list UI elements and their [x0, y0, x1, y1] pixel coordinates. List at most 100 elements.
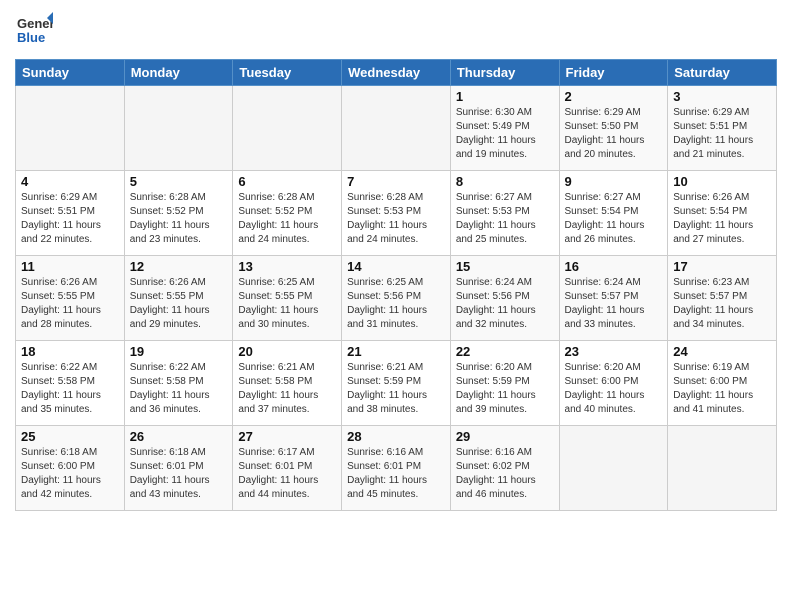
day-info: Sunrise: 6:20 AM Sunset: 5:59 PM Dayligh…	[456, 361, 554, 417]
calendar-header-row: SundayMondayTuesdayWednesdayThursdayFrid…	[16, 60, 777, 86]
day-number: 4	[21, 174, 119, 189]
day-info: Sunrise: 6:22 AM Sunset: 5:58 PM Dayligh…	[21, 361, 119, 417]
calendar-cell: 22 Sunrise: 6:20 AM Sunset: 5:59 PM Dayli…	[450, 341, 559, 426]
day-info: Sunrise: 6:26 AM Sunset: 5:55 PM Dayligh…	[21, 276, 119, 332]
day-number: 19	[130, 344, 228, 359]
calendar-cell: 15Sunrise: 6:24 AM Sunset: 5:56 PM Dayli…	[450, 256, 559, 341]
day-number: 24	[673, 344, 771, 359]
day-number: 13	[238, 259, 336, 274]
calendar-cell: 9 Sunrise: 6:27 AM Sunset: 5:54 PM Daylig…	[559, 171, 668, 256]
header: General Blue	[15, 10, 777, 53]
day-number: 21	[347, 344, 445, 359]
calendar-header-friday: Friday	[559, 60, 668, 86]
logo-icon: General Blue	[15, 10, 53, 48]
calendar-cell	[124, 86, 233, 171]
calendar-cell: 28Sunrise: 6:16 AM Sunset: 6:01 PM Dayli…	[342, 426, 451, 511]
day-info: Sunrise: 6:28 AM Sunset: 5:52 PM Dayligh…	[238, 191, 336, 247]
calendar-cell	[559, 426, 668, 511]
day-info: Sunrise: 6:22 AM Sunset: 5:58 PM Dayligh…	[130, 361, 228, 417]
day-number: 18	[21, 344, 119, 359]
calendar-cell: 29 Sunrise: 6:16 AM Sunset: 6:02 PM Dayli…	[450, 426, 559, 511]
day-number: 16	[565, 259, 663, 274]
day-info: Sunrise: 6:16 AM Sunset: 6:01 PM Dayligh…	[347, 446, 445, 502]
calendar-cell: 23Sunrise: 6:20 AM Sunset: 6:00 PM Dayli…	[559, 341, 668, 426]
calendar-cell: 4 Sunrise: 6:29 AM Sunset: 5:51 PM Daylig…	[16, 171, 125, 256]
day-info: Sunrise: 6:19 AM Sunset: 6:00 PM Dayligh…	[673, 361, 771, 417]
day-number: 29	[456, 429, 554, 444]
svg-text:Blue: Blue	[17, 30, 45, 45]
calendar-cell	[342, 86, 451, 171]
day-number: 26	[130, 429, 228, 444]
day-number: 25	[21, 429, 119, 444]
calendar-table: SundayMondayTuesdayWednesdayThursdayFrid…	[15, 59, 777, 511]
day-info: Sunrise: 6:27 AM Sunset: 5:54 PM Dayligh…	[565, 191, 663, 247]
calendar-cell: 7 Sunrise: 6:28 AM Sunset: 5:53 PM Daylig…	[342, 171, 451, 256]
day-info: Sunrise: 6:16 AM Sunset: 6:02 PM Dayligh…	[456, 446, 554, 502]
calendar-cell: 20Sunrise: 6:21 AM Sunset: 5:58 PM Dayli…	[233, 341, 342, 426]
calendar-cell: 10 Sunrise: 6:26 AM Sunset: 5:54 PM Dayli…	[668, 171, 777, 256]
day-number: 3	[673, 89, 771, 104]
calendar-header-tuesday: Tuesday	[233, 60, 342, 86]
page: General Blue SundayMondayTuesdayWednesda…	[0, 0, 792, 612]
calendar-week-4: 18 Sunrise: 6:22 AM Sunset: 5:58 PM Dayli…	[16, 341, 777, 426]
day-number: 22	[456, 344, 554, 359]
calendar-cell: 25 Sunrise: 6:18 AM Sunset: 6:00 PM Dayli…	[16, 426, 125, 511]
calendar-cell: 14 Sunrise: 6:25 AM Sunset: 5:56 PM Dayli…	[342, 256, 451, 341]
day-number: 27	[238, 429, 336, 444]
calendar-cell: 8 Sunrise: 6:27 AM Sunset: 5:53 PM Daylig…	[450, 171, 559, 256]
day-info: Sunrise: 6:18 AM Sunset: 6:00 PM Dayligh…	[21, 446, 119, 502]
day-number: 11	[21, 259, 119, 274]
calendar-week-1: 1Sunrise: 6:30 AM Sunset: 5:49 PM Daylig…	[16, 86, 777, 171]
day-info: Sunrise: 6:29 AM Sunset: 5:51 PM Dayligh…	[673, 106, 771, 162]
logo: General Blue	[15, 10, 53, 53]
day-number: 9	[565, 174, 663, 189]
day-info: Sunrise: 6:24 AM Sunset: 5:57 PM Dayligh…	[565, 276, 663, 332]
day-number: 5	[130, 174, 228, 189]
day-number: 17	[673, 259, 771, 274]
calendar-cell: 26 Sunrise: 6:18 AM Sunset: 6:01 PM Dayli…	[124, 426, 233, 511]
calendar-week-2: 4 Sunrise: 6:29 AM Sunset: 5:51 PM Daylig…	[16, 171, 777, 256]
day-number: 10	[673, 174, 771, 189]
calendar-cell: 2 Sunrise: 6:29 AM Sunset: 5:50 PM Daylig…	[559, 86, 668, 171]
day-info: Sunrise: 6:29 AM Sunset: 5:51 PM Dayligh…	[21, 191, 119, 247]
calendar-cell	[668, 426, 777, 511]
calendar-week-3: 11 Sunrise: 6:26 AM Sunset: 5:55 PM Dayli…	[16, 256, 777, 341]
calendar-cell: 21 Sunrise: 6:21 AM Sunset: 5:59 PM Dayli…	[342, 341, 451, 426]
day-info: Sunrise: 6:18 AM Sunset: 6:01 PM Dayligh…	[130, 446, 228, 502]
calendar-cell: 13Sunrise: 6:25 AM Sunset: 5:55 PM Dayli…	[233, 256, 342, 341]
calendar-cell: 1Sunrise: 6:30 AM Sunset: 5:49 PM Daylig…	[450, 86, 559, 171]
day-info: Sunrise: 6:28 AM Sunset: 5:52 PM Dayligh…	[130, 191, 228, 247]
day-info: Sunrise: 6:29 AM Sunset: 5:50 PM Dayligh…	[565, 106, 663, 162]
calendar-cell: 18 Sunrise: 6:22 AM Sunset: 5:58 PM Dayli…	[16, 341, 125, 426]
calendar-cell: 5 Sunrise: 6:28 AM Sunset: 5:52 PM Daylig…	[124, 171, 233, 256]
day-info: Sunrise: 6:21 AM Sunset: 5:59 PM Dayligh…	[347, 361, 445, 417]
day-number: 14	[347, 259, 445, 274]
day-info: Sunrise: 6:20 AM Sunset: 6:00 PM Dayligh…	[565, 361, 663, 417]
day-number: 15	[456, 259, 554, 274]
calendar-week-5: 25 Sunrise: 6:18 AM Sunset: 6:00 PM Dayli…	[16, 426, 777, 511]
calendar-cell: 19 Sunrise: 6:22 AM Sunset: 5:58 PM Dayli…	[124, 341, 233, 426]
calendar-cell: 24 Sunrise: 6:19 AM Sunset: 6:00 PM Dayli…	[668, 341, 777, 426]
calendar-cell	[233, 86, 342, 171]
day-info: Sunrise: 6:17 AM Sunset: 6:01 PM Dayligh…	[238, 446, 336, 502]
day-info: Sunrise: 6:26 AM Sunset: 5:54 PM Dayligh…	[673, 191, 771, 247]
calendar-cell: 12Sunrise: 6:26 AM Sunset: 5:55 PM Dayli…	[124, 256, 233, 341]
day-number: 8	[456, 174, 554, 189]
calendar-cell: 3 Sunrise: 6:29 AM Sunset: 5:51 PM Daylig…	[668, 86, 777, 171]
day-number: 7	[347, 174, 445, 189]
day-info: Sunrise: 6:23 AM Sunset: 5:57 PM Dayligh…	[673, 276, 771, 332]
day-info: Sunrise: 6:27 AM Sunset: 5:53 PM Dayligh…	[456, 191, 554, 247]
calendar-header-monday: Monday	[124, 60, 233, 86]
calendar-cell: 6Sunrise: 6:28 AM Sunset: 5:52 PM Daylig…	[233, 171, 342, 256]
calendar-header-sunday: Sunday	[16, 60, 125, 86]
calendar-header-thursday: Thursday	[450, 60, 559, 86]
day-info: Sunrise: 6:28 AM Sunset: 5:53 PM Dayligh…	[347, 191, 445, 247]
calendar-header-saturday: Saturday	[668, 60, 777, 86]
calendar-cell: 11 Sunrise: 6:26 AM Sunset: 5:55 PM Dayli…	[16, 256, 125, 341]
day-info: Sunrise: 6:30 AM Sunset: 5:49 PM Dayligh…	[456, 106, 554, 162]
day-info: Sunrise: 6:25 AM Sunset: 5:56 PM Dayligh…	[347, 276, 445, 332]
day-number: 2	[565, 89, 663, 104]
day-number: 12	[130, 259, 228, 274]
calendar-cell: 27 Sunrise: 6:17 AM Sunset: 6:01 PM Dayli…	[233, 426, 342, 511]
calendar-cell	[16, 86, 125, 171]
